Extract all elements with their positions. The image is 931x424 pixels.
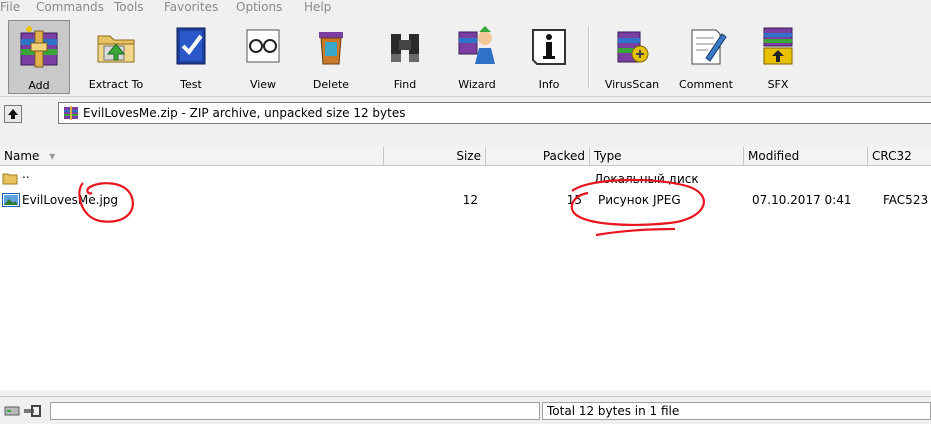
menu-options[interactable]: Options bbox=[236, 0, 282, 14]
view-glasses-icon bbox=[246, 29, 280, 63]
test-book-icon bbox=[176, 27, 206, 65]
find-binoculars-icon bbox=[391, 34, 419, 62]
archive-path-field[interactable]: EvilLovesMe.zip - ZIP archive, unpacked … bbox=[58, 102, 931, 124]
status-left-panel bbox=[50, 402, 540, 420]
test-button[interactable]: Test bbox=[162, 20, 220, 94]
menu-bar: File Commands Tools Favorites Options He… bbox=[0, 0, 931, 18]
archive-path-text: EvilLovesMe.zip - ZIP archive, unpacked … bbox=[83, 106, 406, 120]
comment-pen-icon bbox=[691, 29, 727, 65]
sfx-button[interactable]: SFX bbox=[748, 20, 808, 94]
sfx-archive-icon bbox=[763, 27, 793, 65]
extract-to-button[interactable]: Extract To bbox=[78, 20, 154, 94]
status-bar: Total 12 bytes in 1 file bbox=[0, 396, 931, 424]
add-archive-icon bbox=[20, 26, 58, 68]
status-total-text: Total 12 bytes in 1 file bbox=[547, 404, 680, 418]
delete-button[interactable]: Delete bbox=[300, 20, 362, 94]
comment-label: Comment bbox=[679, 78, 733, 91]
virusscan-button[interactable]: VirusScan bbox=[596, 20, 668, 94]
path-bar: EvilLovesMe.zip - ZIP archive, unpacked … bbox=[0, 98, 931, 128]
menu-commands[interactable]: Commands bbox=[36, 0, 104, 14]
add-label: Add bbox=[28, 79, 50, 92]
test-label: Test bbox=[180, 78, 202, 91]
menu-file[interactable]: File bbox=[0, 0, 20, 14]
arrow-up-icon bbox=[8, 109, 18, 119]
virusscan-icon bbox=[617, 31, 649, 63]
delete-label: Delete bbox=[312, 78, 350, 91]
view-label: View bbox=[249, 78, 277, 91]
zip-archive-icon bbox=[64, 106, 78, 120]
info-button[interactable]: Info bbox=[520, 20, 578, 94]
toolbar: Add Extract To Test View Delete Find Wiz… bbox=[0, 18, 931, 97]
comment-button[interactable]: Comment bbox=[672, 20, 740, 94]
info-icon bbox=[532, 29, 566, 65]
up-one-level-button[interactable] bbox=[4, 105, 22, 123]
status-right-panel: Total 12 bytes in 1 file bbox=[542, 402, 931, 420]
menu-favorites[interactable]: Favorites bbox=[164, 0, 218, 14]
wizard-icon bbox=[458, 26, 495, 64]
red-annotation-marks bbox=[78, 178, 705, 237]
sfx-label: SFX bbox=[767, 78, 789, 91]
add-button[interactable]: Add bbox=[8, 20, 70, 94]
virusscan-label: VirusScan bbox=[604, 78, 660, 91]
drive-key-icon bbox=[4, 405, 41, 417]
find-label: Find bbox=[393, 78, 417, 91]
find-button[interactable]: Find bbox=[374, 20, 436, 94]
extract-to-label: Extract To bbox=[88, 78, 144, 91]
wizard-label: Wizard bbox=[458, 78, 496, 91]
menu-tools[interactable]: Tools bbox=[114, 0, 144, 14]
menu-help[interactable]: Help bbox=[304, 0, 331, 14]
toolbar-separator bbox=[588, 26, 590, 88]
delete-bin-icon bbox=[319, 32, 343, 65]
wizard-button[interactable]: Wizard bbox=[446, 20, 508, 94]
view-button[interactable]: View bbox=[232, 20, 294, 94]
file-list: Name ▾ Size Packed Type Modified CRC32 .… bbox=[0, 147, 931, 390]
extract-folder-icon bbox=[97, 35, 135, 63]
info-label: Info bbox=[538, 78, 560, 91]
